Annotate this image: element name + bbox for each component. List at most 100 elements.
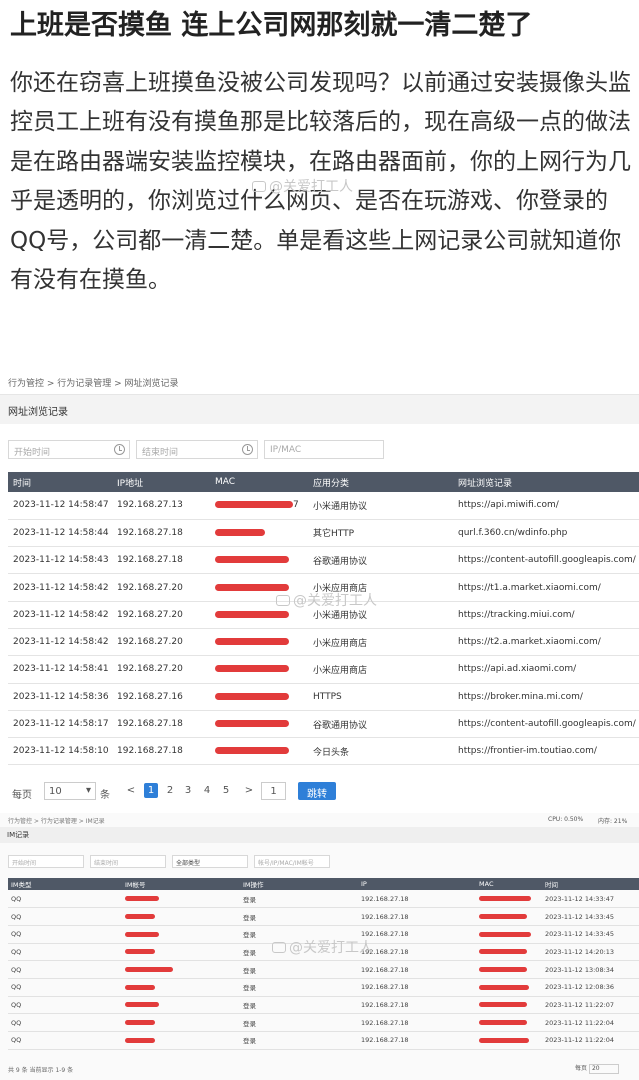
page-2-button[interactable]: 2 bbox=[163, 785, 177, 796]
time-cell: 2023-11-12 14:20:13 bbox=[542, 943, 639, 962]
type-select[interactable]: 全部类型 bbox=[172, 855, 248, 868]
table-row[interactable]: QQ 登录 192.168.27.18 2023-11-12 14:33:45 bbox=[8, 907, 639, 926]
table-row[interactable]: 2023-11-12 14:58:47 192.168.27.13 7 小米通用… bbox=[8, 492, 639, 520]
mac-cell bbox=[210, 737, 308, 766]
url-cell[interactable]: https://api.miwifi.com/ bbox=[453, 492, 639, 520]
table-row[interactable]: 2023-11-12 14:58:10 192.168.27.18 今日头条 h… bbox=[8, 737, 639, 766]
time-cell: 2023-11-12 14:58:43 bbox=[8, 546, 112, 575]
mac-cell bbox=[210, 519, 308, 548]
redaction-mark bbox=[479, 984, 529, 990]
table-row[interactable]: QQ 登录 192.168.27.18 2023-11-12 11:22:04 bbox=[8, 1031, 639, 1050]
table-row[interactable]: QQ 登录 192.168.27.18 2023-11-12 11:22:07 bbox=[8, 996, 639, 1015]
redaction-mark bbox=[215, 638, 289, 646]
url-cell[interactable]: https://content-autofill.googleapis.com/ bbox=[453, 710, 639, 739]
table-row[interactable]: 2023-11-12 14:58:17 192.168.27.18 谷歌通用协议… bbox=[8, 710, 639, 739]
url-cell[interactable]: https://broker.mina.mi.com/ bbox=[453, 683, 639, 711]
cpu-usage: CPU: 0.50% bbox=[548, 816, 584, 823]
ip-cell: 192.168.27.18 bbox=[358, 943, 476, 962]
time-cell: 2023-11-12 14:33:45 bbox=[542, 907, 639, 926]
url-record-table: 时间 IP地址 MAC 应用分类 网址浏览记录 2023-11-12 14:58:47 … bbox=[8, 472, 639, 766]
table-row[interactable]: 2023-11-12 14:58:43 192.168.27.18 谷歌通用协议… bbox=[8, 546, 639, 575]
time-cell: 2023-11-12 14:58:44 bbox=[8, 519, 112, 548]
ip-cell: 192.168.27.20 bbox=[112, 601, 210, 629]
im-op-cell: 登录 bbox=[240, 1013, 358, 1032]
time-cell: 2023-11-12 11:22:07 bbox=[542, 996, 639, 1015]
url-cell[interactable]: https://frontier-im.toutiao.com/ bbox=[453, 737, 639, 766]
url-cell[interactable]: https://content-autofill.googleapis.com/ bbox=[453, 546, 639, 575]
page-4-button[interactable]: 4 bbox=[200, 785, 214, 796]
table-row[interactable]: QQ 登录 192.168.27.18 2023-11-12 14:33:47 bbox=[8, 890, 639, 909]
column-header[interactable]: IP地址 bbox=[112, 472, 210, 492]
mac-cell bbox=[210, 683, 308, 711]
search-input[interactable]: 帐号/IP/MAC/IM帐号 bbox=[254, 855, 330, 868]
im-op-cell: 登录 bbox=[240, 907, 358, 926]
end-time-input[interactable]: 结束时间 bbox=[90, 855, 166, 868]
redaction-mark bbox=[215, 556, 289, 564]
redaction-mark bbox=[125, 914, 155, 920]
end-time-input[interactable]: 结束时间 bbox=[136, 440, 258, 459]
ip-mac-input[interactable]: IP/MAC bbox=[264, 440, 384, 459]
table-row[interactable]: 2023-11-12 14:58:36 192.168.27.16 HTTPS … bbox=[8, 683, 639, 711]
start-time-input[interactable]: 开始时间 bbox=[8, 855, 84, 868]
url-cell[interactable]: https://t1.a.market.xiaomi.com/ bbox=[453, 573, 639, 602]
redaction-mark bbox=[479, 1037, 529, 1043]
table-row[interactable]: 2023-11-12 14:58:42 192.168.27.20 小米应用商店… bbox=[8, 628, 639, 657]
page-1-button[interactable]: 1 bbox=[144, 783, 158, 798]
column-header[interactable]: 时间 bbox=[542, 878, 639, 890]
goto-page-input[interactable]: 1 bbox=[261, 782, 286, 800]
im-type-cell: QQ bbox=[8, 1013, 122, 1032]
ip-cell: 192.168.27.18 bbox=[112, 519, 210, 548]
column-header[interactable]: IM帐号 bbox=[122, 878, 240, 890]
redaction-mark bbox=[125, 1020, 155, 1026]
time-cell: 2023-11-12 14:58:42 bbox=[8, 601, 112, 629]
im-type-cell: QQ bbox=[8, 943, 122, 962]
column-header[interactable]: MAC bbox=[210, 472, 308, 492]
column-header[interactable]: IM类型 bbox=[8, 878, 122, 890]
redaction-mark bbox=[215, 692, 289, 700]
per-page-select[interactable]: 20 bbox=[588, 1063, 619, 1074]
url-cell[interactable]: https://tracking.miui.com/ bbox=[453, 601, 639, 629]
column-header[interactable]: 时间 bbox=[8, 472, 112, 492]
column-header[interactable]: 应用分类 bbox=[308, 472, 453, 492]
column-header[interactable]: MAC bbox=[476, 878, 542, 890]
table-row[interactable]: QQ 登录 192.168.27.18 2023-11-12 13:08:34 bbox=[8, 960, 639, 979]
ip-cell: 192.168.27.16 bbox=[112, 683, 210, 711]
url-cell[interactable]: https://api.ad.xiaomi.com/ bbox=[453, 655, 639, 684]
table-row[interactable]: QQ 登录 192.168.27.18 2023-11-12 11:22:04 bbox=[8, 1013, 639, 1032]
time-cell: 2023-11-12 14:58:10 bbox=[8, 737, 112, 766]
record-count: 共 9 条 当前显示 1-9 条 bbox=[8, 1067, 74, 1074]
breadcrumb: 行为管控 > 行为记录管理 > IM记录 bbox=[8, 818, 105, 825]
prev-page-button[interactable]: < bbox=[124, 785, 138, 796]
time-cell: 2023-11-12 14:58:41 bbox=[8, 655, 112, 684]
redaction-mark bbox=[125, 931, 159, 937]
ip-cell: 192.168.27.18 bbox=[358, 1013, 476, 1032]
app-cell: 其它HTTP bbox=[308, 519, 453, 548]
ip-cell: 192.168.27.20 bbox=[112, 655, 210, 684]
start-time-input[interactable]: 开始时间 bbox=[8, 440, 130, 459]
jump-button[interactable]: 跳转 bbox=[298, 782, 336, 800]
mac-cell bbox=[476, 907, 542, 926]
table-row[interactable]: 2023-11-12 14:58:44 192.168.27.18 其它HTTP… bbox=[8, 519, 639, 548]
next-page-button[interactable]: > bbox=[242, 785, 256, 796]
page-5-button[interactable]: 5 bbox=[219, 785, 233, 796]
im-type-cell: QQ bbox=[8, 890, 122, 909]
breadcrumb: 行为管控 > 行为记录管理 > 网址浏览记录 bbox=[8, 379, 179, 389]
time-cell: 2023-11-12 11:22:04 bbox=[542, 1013, 639, 1032]
redaction-mark bbox=[215, 720, 289, 728]
ip-cell: 192.168.27.13 bbox=[112, 492, 210, 520]
column-header[interactable]: 网址浏览记录 bbox=[453, 472, 639, 492]
app-cell: 小米应用商店 bbox=[308, 655, 453, 684]
table-row[interactable]: QQ 登录 192.168.27.18 2023-11-12 12:08:36 bbox=[8, 978, 639, 997]
camera-icon bbox=[252, 181, 266, 192]
redaction-mark bbox=[215, 747, 289, 755]
redaction-mark bbox=[479, 931, 531, 937]
table-row[interactable]: 2023-11-12 14:58:41 192.168.27.20 小米应用商店… bbox=[8, 655, 639, 684]
column-header[interactable]: IM操作 bbox=[240, 878, 358, 890]
page-3-button[interactable]: 3 bbox=[181, 785, 195, 796]
column-header[interactable]: IP bbox=[358, 878, 476, 890]
per-page-select[interactable]: 10 ▾ bbox=[44, 782, 96, 800]
chevron-down-icon: ▾ bbox=[85, 785, 91, 796]
url-cell[interactable]: qurl.f.360.cn/wdinfo.php bbox=[453, 519, 639, 548]
redaction-mark bbox=[479, 896, 531, 902]
url-cell[interactable]: https://t2.a.market.xiaomi.com/ bbox=[453, 628, 639, 657]
